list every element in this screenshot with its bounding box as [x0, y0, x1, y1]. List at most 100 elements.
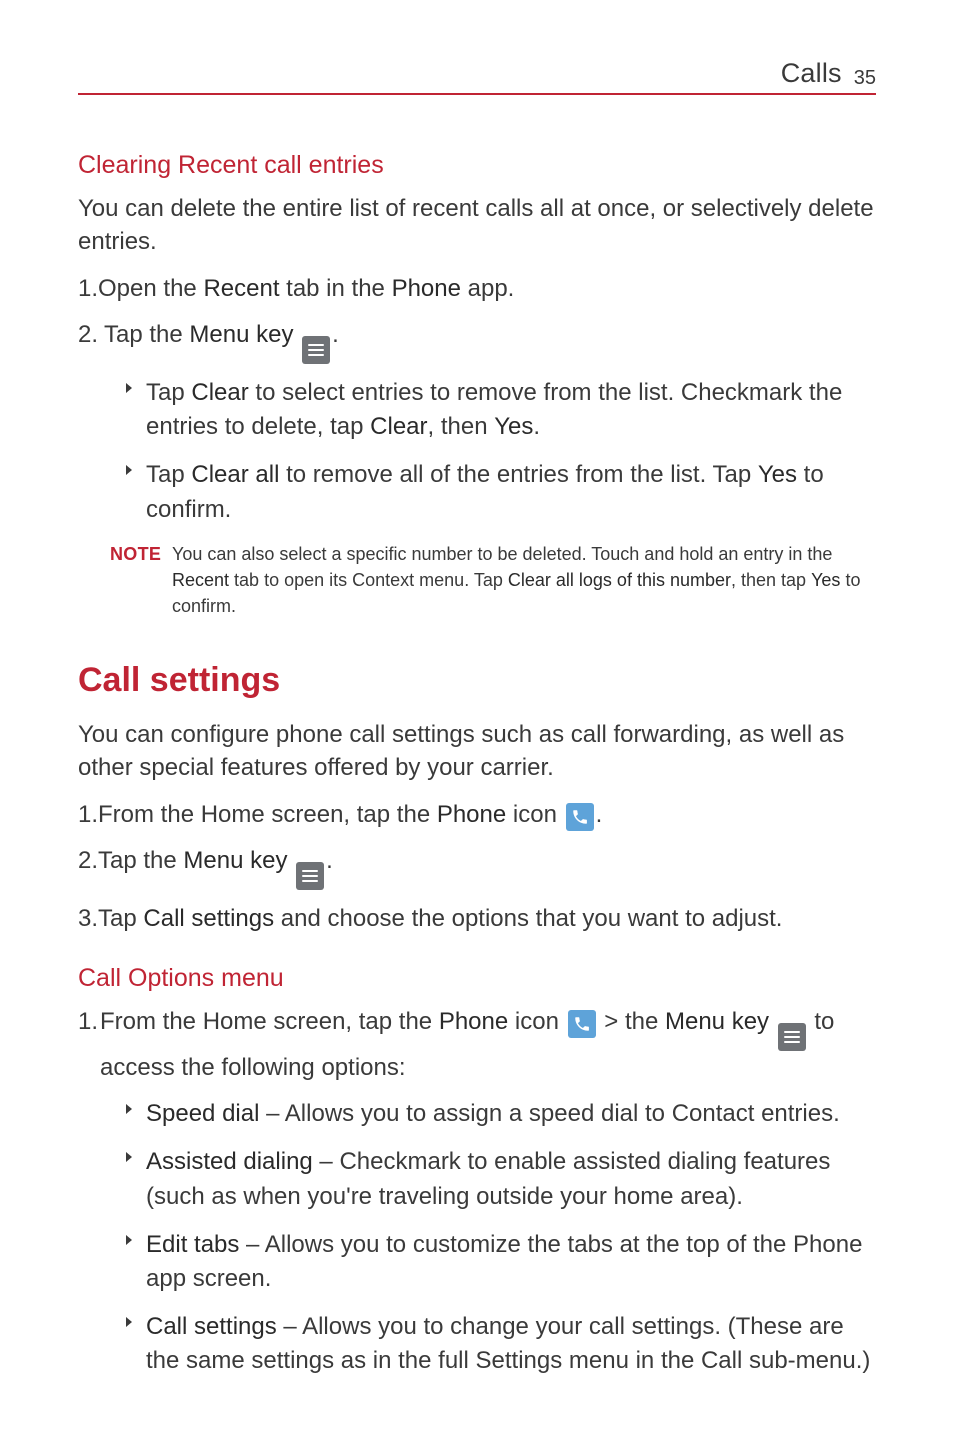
bold: Clear [191, 379, 248, 406]
bold: Call settings [146, 1313, 277, 1340]
phone-icon [566, 803, 594, 831]
page-header: Calls 35 [78, 58, 876, 95]
bold: Clear all [191, 461, 279, 488]
step-body: Tap Call settings and choose the options… [98, 902, 876, 936]
bullet-body: Tap Clear all to remove all of the entri… [146, 458, 876, 526]
step-number: 3. [78, 902, 98, 936]
bold: Phone [392, 275, 461, 302]
options-bullets: Speed dial – Allows you to assign a spee… [124, 1097, 876, 1378]
text: tab in the [279, 275, 391, 302]
text: Tap the [98, 847, 183, 874]
bullet-arrow-icon [124, 376, 146, 394]
bold: Phone [439, 1008, 508, 1035]
bold: Edit tabs [146, 1231, 239, 1258]
page: Calls 35 Clearing Recent call entries Yo… [0, 0, 954, 1452]
phone-icon [568, 1010, 596, 1038]
bold: Speed dial [146, 1100, 259, 1127]
bullet-arrow-icon [124, 1228, 146, 1246]
bold: Menu key [183, 847, 287, 874]
bold: Menu key [665, 1008, 769, 1035]
step-number: 1. [78, 1005, 100, 1039]
options-bullet-edit-tabs: Edit tabs – Allows you to customize the … [124, 1228, 876, 1296]
text: tab to open its Context menu. Tap [229, 570, 508, 590]
clearing-bullets: Tap Clear to select entries to remove fr… [124, 376, 876, 526]
text: . [332, 321, 339, 348]
subheading-clearing: Clearing Recent call entries [78, 151, 876, 180]
clearing-bullet-clear-all: Tap Clear all to remove all of the entri… [124, 458, 876, 526]
step-body: Tap the Menu key . [98, 844, 876, 890]
bold: Recent [172, 570, 229, 590]
clearing-bullet-clear: Tap Clear to select entries to remove fr… [124, 376, 876, 444]
bold: Clear all logs of this number [508, 570, 731, 590]
step-number: 1. [78, 798, 98, 832]
text: – Allows you to assign a speed dial to C… [259, 1100, 839, 1127]
text: icon [508, 1008, 565, 1035]
call-settings-step-2: 2. Tap the Menu key . [78, 844, 876, 890]
text: Tap [146, 461, 191, 488]
bold: Yes [758, 461, 797, 488]
note-body: You can also select a specific number to… [172, 541, 876, 619]
text: , then tap [731, 570, 811, 590]
step-body: Tap the Menu key . [104, 318, 876, 364]
bold: Yes [811, 570, 840, 590]
step-body: From the Home screen, tap the Phone icon… [98, 798, 876, 832]
text: . [326, 847, 333, 874]
bold: Menu key [189, 321, 293, 348]
bold: Phone [437, 801, 506, 828]
bold: Recent [203, 275, 279, 302]
text: > the [598, 1008, 665, 1035]
text: icon [506, 801, 563, 828]
text: , then [428, 413, 495, 440]
step-number: 2. [78, 844, 98, 878]
step-body: Open the Recent tab in the Phone app. [98, 272, 876, 306]
page-number: 35 [854, 67, 876, 90]
bold: Call settings [143, 905, 274, 932]
menu-key-icon [296, 862, 324, 890]
text: You can also select a specific number to… [172, 544, 832, 564]
call-settings-step-3: 3. Tap Call settings and choose the opti… [78, 902, 876, 936]
bullet-body: Edit tabs – Allows you to customize the … [146, 1228, 876, 1296]
bullet-arrow-icon [124, 458, 146, 476]
call-settings-step-1: 1. From the Home screen, tap the Phone i… [78, 798, 876, 832]
bold: Clear [370, 413, 427, 440]
text: and choose the options that you want to … [274, 905, 782, 932]
text: app. [461, 275, 514, 302]
text: Open the [98, 275, 203, 302]
chapter-title: Calls [781, 58, 842, 89]
text: From the Home screen, tap the [100, 1008, 439, 1035]
clearing-note: NOTE You can also select a specific numb… [110, 541, 876, 619]
text: From the Home screen, tap the [98, 801, 437, 828]
subheading-call-options: Call Options menu [78, 964, 876, 993]
call-settings-intro: You can configure phone call settings su… [78, 718, 876, 784]
text: Tap [98, 905, 143, 932]
note-label: NOTE [110, 541, 172, 619]
clearing-intro: You can delete the entire list of recent… [78, 192, 876, 258]
options-step-1: 1. From the Home screen, tap the Phone i… [78, 1005, 876, 1085]
bullet-body: Tap Clear to select entries to remove fr… [146, 376, 876, 444]
text: Tap the [104, 321, 189, 348]
bullet-arrow-icon [124, 1145, 146, 1163]
text: – Allows you to customize the tabs at th… [146, 1231, 862, 1292]
menu-key-icon [778, 1023, 806, 1051]
bullet-arrow-icon [124, 1310, 146, 1328]
text: . [533, 413, 540, 440]
clearing-step-1: 1. Open the Recent tab in the Phone app. [78, 272, 876, 306]
options-bullet-speed-dial: Speed dial – Allows you to assign a spee… [124, 1097, 876, 1131]
clearing-step-2: 2. Tap the Menu key . [78, 318, 876, 364]
bullet-arrow-icon [124, 1097, 146, 1115]
bullet-body: Speed dial – Allows you to assign a spee… [146, 1097, 876, 1131]
options-bullet-assisted-dialing: Assisted dialing – Checkmark to enable a… [124, 1145, 876, 1213]
text: . [596, 801, 603, 828]
bullet-body: Call settings – Allows you to change you… [146, 1310, 876, 1378]
text: Tap [146, 379, 191, 406]
options-bullet-call-settings: Call settings – Allows you to change you… [124, 1310, 876, 1378]
menu-key-icon [302, 336, 330, 364]
step-number: 1. [78, 272, 98, 306]
text: to remove all of the entries from the li… [279, 461, 757, 488]
step-number: 2. [78, 318, 104, 352]
heading-call-settings: Call settings [78, 661, 876, 700]
bullet-body: Assisted dialing – Checkmark to enable a… [146, 1145, 876, 1213]
step-body: From the Home screen, tap the Phone icon… [100, 1005, 876, 1085]
bold: Assisted dialing [146, 1148, 313, 1175]
bold: Yes [494, 413, 533, 440]
